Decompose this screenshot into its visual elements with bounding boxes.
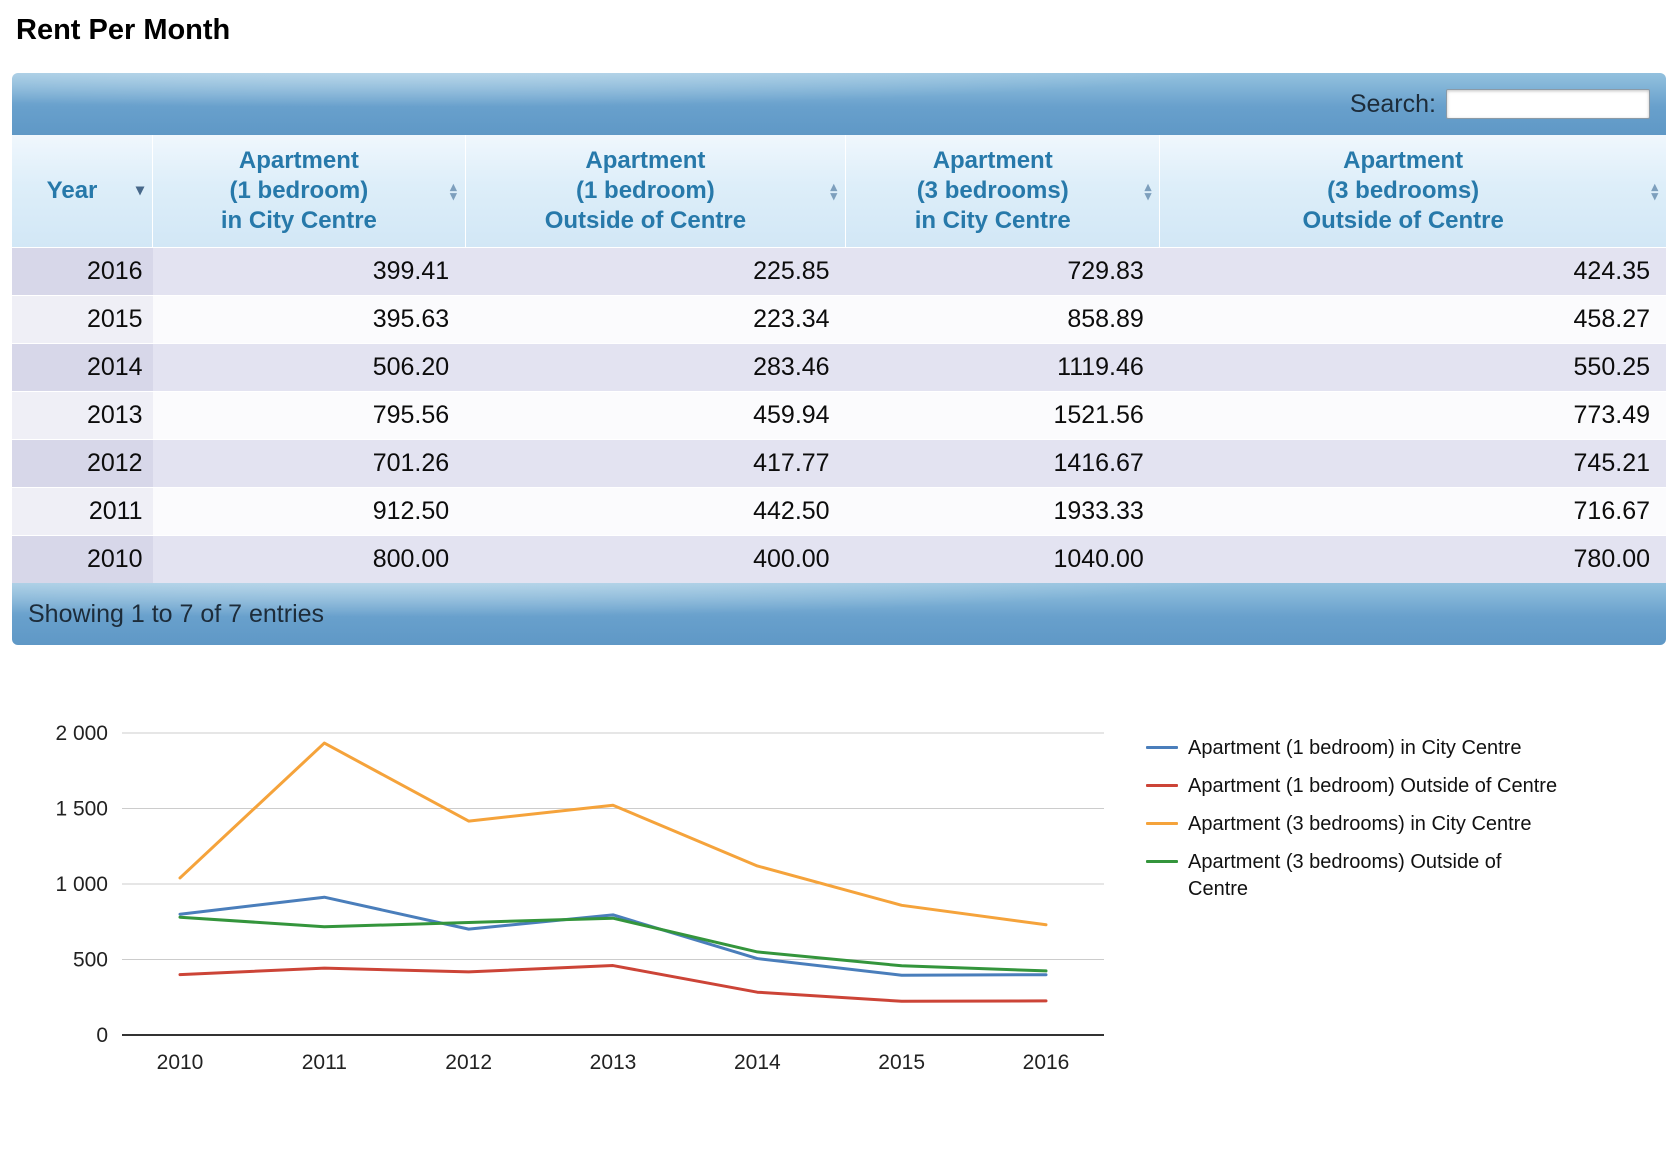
value-cell: 780.00 (1159, 535, 1666, 583)
legend-label: Apartment (3 bedrooms) Outside of Centre (1188, 851, 1502, 900)
svg-text:2013: 2013 (590, 1051, 637, 1074)
svg-text:500: 500 (73, 949, 108, 972)
year-cell: 2011 (12, 487, 153, 536)
value-cell: 800.00 (152, 535, 466, 583)
table-toolbar: Search: (12, 73, 1666, 135)
table-row: 2014 506.20 283.46 1119.46 550.25 (12, 343, 1666, 392)
value-cell: 1040.00 (845, 535, 1160, 583)
column-header-label: Apartment (1 bedroom) Outside of Centre (544, 147, 747, 234)
value-cell: 283.46 (465, 343, 846, 392)
legend-label: Apartment (1 bedroom) Outside of Centre (1188, 775, 1558, 797)
legend-item: Apartment (1 bedroom) in City Centre (1146, 735, 1632, 762)
column-header-3br-outside[interactable]: Apartment (3 bedrooms) Outside of Centre… (1159, 135, 1666, 248)
svg-text:0: 0 (96, 1024, 108, 1047)
value-cell: 701.26 (152, 439, 466, 488)
legend-item: Apartment (3 bedrooms) Outside of Centre (1146, 849, 1632, 903)
value-cell: 773.49 (1159, 391, 1666, 440)
svg-text:2011: 2011 (302, 1051, 347, 1074)
column-header-1br-outside[interactable]: Apartment (1 bedroom) Outside of Centre … (465, 135, 847, 248)
sort-both-icon: ▴ ▾ (1651, 179, 1658, 203)
table-row: 2012 701.26 417.77 1416.67 745.21 (12, 439, 1666, 488)
chart-plot-area: 0 500 1 000 1 500 2 000 2010 2011 2012 2013 2014 2… (22, 709, 1132, 1096)
rent-table: Year ▾ Apartment (1 bedroom) in City Cen… (12, 135, 1666, 583)
value-cell: 858.89 (845, 295, 1160, 344)
page: Rent Per Month Search: Year ▾ Apartment … (0, 0, 1678, 1102)
svg-text:2014: 2014 (734, 1051, 781, 1074)
svg-text:1 500: 1 500 (55, 798, 108, 821)
chart-legend: Apartment (1 bedroom) in City Centre Apar… (1132, 709, 1632, 914)
table-row: 2015 395.63 223.34 858.89 458.27 (12, 295, 1666, 344)
sort-both-icon: ▴ ▾ (450, 179, 457, 203)
svg-text:2016: 2016 (1023, 1051, 1070, 1074)
legend-item: Apartment (1 bedroom) Outside of Centre (1146, 773, 1632, 800)
table-footer: Showing 1 to 7 of 7 entries (12, 583, 1666, 645)
column-header-year[interactable]: Year ▾ (12, 135, 154, 248)
value-cell: 912.50 (152, 487, 466, 536)
column-header-1br-city[interactable]: Apartment (1 bedroom) in City Centre ▴ ▾ (152, 135, 466, 248)
year-cell: 2015 (12, 295, 153, 344)
value-cell: 1416.67 (845, 439, 1160, 488)
value-cell: 223.34 (465, 295, 846, 344)
value-cell: 1933.33 (845, 487, 1160, 536)
legend-line-swatch (1146, 860, 1178, 863)
value-cell: 225.85 (465, 247, 846, 296)
value-cell: 400.00 (465, 535, 846, 583)
entries-info: Showing 1 to 7 of 7 entries (28, 599, 325, 628)
svg-text:2012: 2012 (445, 1051, 492, 1074)
table-row: 2011 912.50 442.50 1933.33 716.67 (12, 487, 1666, 536)
value-cell: 506.20 (152, 343, 466, 392)
svg-text:1 000: 1 000 (55, 873, 108, 896)
table-row: 2016 399.41 225.85 729.83 424.35 (12, 247, 1666, 296)
column-header-label: Apartment (1 bedroom) in City Centre (220, 147, 377, 234)
value-cell: 424.35 (1159, 247, 1666, 296)
year-cell: 2016 (12, 247, 153, 296)
svg-text:2 000: 2 000 (55, 722, 108, 745)
value-cell: 795.56 (152, 391, 466, 440)
year-cell: 2012 (12, 439, 153, 488)
search-label: Search: (1349, 89, 1436, 118)
legend-line-swatch (1146, 822, 1178, 825)
column-header-label: Apartment (3 bedrooms) Outside of Centre (1302, 147, 1504, 234)
year-cell: 2014 (12, 343, 153, 392)
value-cell: 417.77 (465, 439, 846, 488)
svg-text:2015: 2015 (878, 1051, 925, 1074)
year-cell: 2013 (12, 391, 153, 440)
sort-desc-icon: ▾ (136, 182, 145, 199)
value-cell: 729.83 (845, 247, 1160, 296)
rent-chart: 0 500 1 000 1 500 2 000 2010 2011 2012 2013 2014 2… (22, 709, 1666, 1096)
value-cell: 1521.56 (845, 391, 1160, 440)
value-cell: 716.67 (1159, 487, 1666, 536)
column-header-label: Year (46, 177, 98, 204)
value-cell: 399.41 (152, 247, 466, 296)
value-cell: 442.50 (465, 487, 846, 536)
column-header-3br-city[interactable]: Apartment (3 bedrooms) in City Centre ▴ ▾ (845, 135, 1161, 248)
chart-svg: 0 500 1 000 1 500 2 000 2010 2011 2012 2013 2014 2… (55, 722, 1104, 1074)
value-cell: 395.63 (152, 295, 466, 344)
sort-both-icon: ▴ ▾ (1144, 179, 1152, 203)
value-cell: 459.94 (465, 391, 846, 440)
year-cell: 2010 (12, 535, 153, 583)
page-title: Rent Per Month (16, 14, 231, 46)
table-header-row: Year ▾ Apartment (1 bedroom) in City Cen… (12, 135, 1666, 248)
svg-text:2010: 2010 (157, 1051, 204, 1074)
search-input[interactable] (1446, 89, 1650, 119)
value-cell: 1119.46 (845, 343, 1160, 392)
legend-line-swatch (1146, 746, 1178, 749)
legend-item: Apartment (3 bedrooms) in City Centre (1146, 811, 1632, 838)
sort-both-icon: ▴ ▾ (830, 179, 838, 203)
table-body: 2016 399.41 225.85 729.83 424.35 2015 395.63 22… (12, 247, 1666, 583)
value-cell: 745.21 (1159, 439, 1666, 488)
legend-label: Apartment (1 bedroom) in City Centre (1188, 737, 1522, 759)
table-row: 2010 800.00 400.00 1040.00 780.00 (12, 535, 1666, 583)
legend-label: Apartment (3 bedrooms) in City Centre (1188, 813, 1532, 835)
column-header-label: Apartment (3 bedrooms) in City Centre (914, 147, 1071, 234)
legend-line-swatch (1146, 784, 1178, 787)
rent-datatable: Search: Year ▾ Apartment (1 bedroom) in … (12, 73, 1666, 645)
value-cell: 550.25 (1159, 343, 1666, 392)
value-cell: 458.27 (1159, 295, 1666, 344)
table-row: 2013 795.56 459.94 1521.56 773.49 (12, 391, 1666, 440)
